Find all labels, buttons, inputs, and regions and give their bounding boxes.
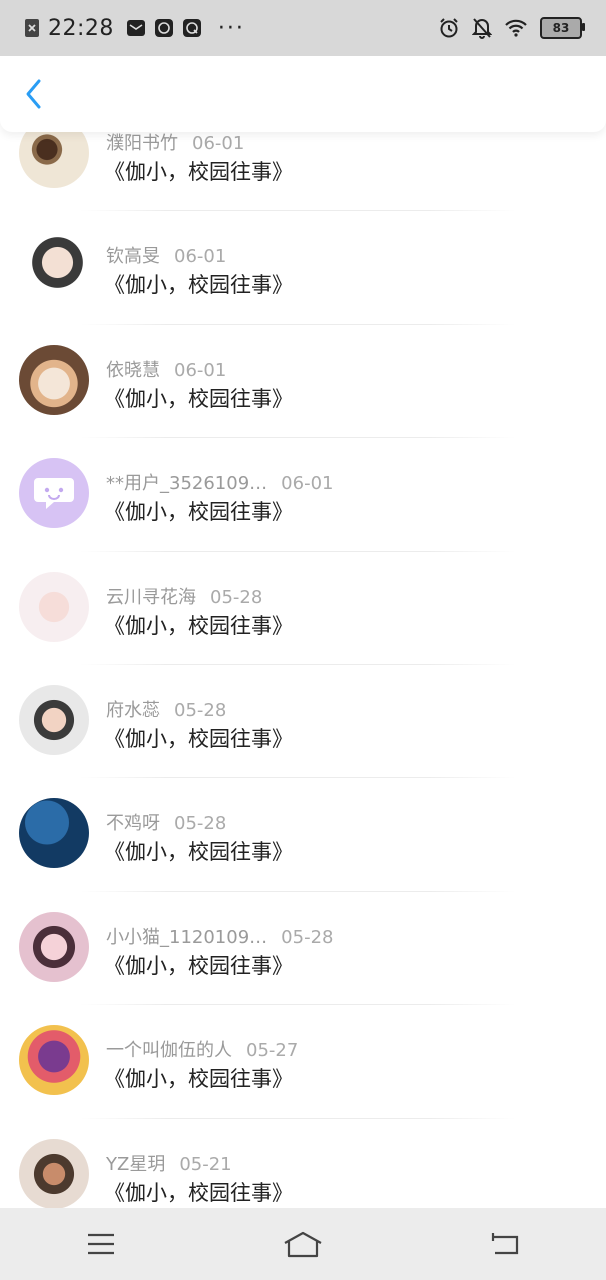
menu-icon [88,1233,114,1255]
avatar[interactable] [19,458,89,529]
status-left: 22:28 ··· [24,16,245,41]
status-more: ··· [217,15,245,41]
home-button[interactable] [271,1220,335,1268]
user-name: 一个叫伽伍的人 [106,1040,232,1062]
message-icon [126,18,146,38]
item-date: 05-28 [174,813,227,835]
item-title[interactable]: 《伽小，校园往事》 [104,836,293,866]
item-meta: 小小猫_1120109… 05-28 [106,923,333,949]
user-name: 府水蕊 [106,699,160,721]
list-item[interactable]: 小小猫_1120109… 05-28 《伽小，校园往事》 [0,892,606,1006]
status-bar: 22:28 ··· 83 [0,0,606,56]
list-item[interactable]: 依晓慧 06-01 《伽小，校园往事》 [0,325,606,439]
avatar[interactable] [19,344,89,415]
item-meta: 府水蕊 05-28 [106,696,226,722]
status-time: 22:28 [48,15,114,41]
item-date: 06-01 [174,246,227,268]
app-icon-1 [154,18,174,38]
back-nav-button[interactable] [473,1220,537,1268]
item-meta: 依晓慧 06-01 [106,356,226,382]
menu-button[interactable] [69,1220,133,1268]
item-title[interactable]: 《伽小，校园往事》 [104,1063,293,1093]
item-date: 06-01 [192,133,245,154]
item-date: 05-21 [179,1153,232,1175]
avatar[interactable] [19,231,89,302]
item-date: 06-01 [174,359,227,381]
item-title[interactable]: 《伽小，校园往事》 [104,269,293,299]
item-date: 05-28 [281,926,334,948]
list-item[interactable]: 云川寻花海 05-28 《伽小，校园往事》 [0,552,606,665]
item-date: 05-28 [210,586,263,608]
chat-bubble-icon [34,478,74,510]
user-name: 钦高旻 [106,246,160,268]
wifi-icon [504,19,528,37]
item-title[interactable]: 《伽小，校园往事》 [104,156,293,186]
list-item[interactable]: **用户_3526109… 06-01 《伽小，校园往事》 [0,438,606,552]
list-item[interactable]: 不鸡呀 05-28 《伽小，校园往事》 [0,778,606,892]
user-name: 依晓慧 [106,359,160,381]
avatar[interactable] [19,798,89,869]
item-title[interactable]: 《伽小，校园往事》 [104,723,293,753]
back-icon [491,1233,519,1255]
list-item[interactable]: 府水蕊 05-28 《伽小，校园往事》 [0,665,606,779]
item-title[interactable]: 《伽小，校园往事》 [104,950,293,980]
avatar[interactable] [19,1138,89,1209]
mute-icon [472,17,492,39]
avatar[interactable] [19,571,89,642]
item-title[interactable]: 《伽小，校园往事》 [104,383,293,413]
user-name: 小小猫_1120109… [106,926,268,948]
user-name: YZ星玥 [106,1153,166,1175]
close-badge-icon [24,18,40,38]
user-name: **用户_3526109… [106,473,268,495]
back-button[interactable] [18,78,50,110]
avatar[interactable] [19,684,89,755]
item-meta: 不鸡呀 05-28 [106,809,226,835]
alarm-icon [438,17,460,39]
list-item[interactable]: 一个叫伽伍的人 05-27 《伽小，校园往事》 [0,1005,606,1119]
avatar[interactable] [19,911,89,982]
item-date: 05-27 [246,1040,299,1062]
item-meta: 濮阳书竹 06-01 [106,129,244,155]
item-date: 05-28 [174,699,227,721]
item-meta: YZ星玥 05-21 [106,1150,232,1176]
item-title[interactable]: 《伽小，校园往事》 [104,610,293,640]
item-meta: **用户_3526109… 06-01 [106,469,333,495]
item-meta: 云川寻花海 05-28 [106,583,262,609]
item-title[interactable]: 《伽小，校园往事》 [104,496,293,526]
battery-indicator: 83 [540,17,585,39]
home-icon [284,1231,322,1258]
item-meta: 一个叫伽伍的人 05-27 [106,1036,298,1062]
reader-list: 濮阳书竹 06-01 《伽小，校园往事》 钦高旻 06-01 《伽小，校园往事》 依… [0,98,606,1232]
app-icon-2 [182,18,202,38]
system-nav-bar [0,1208,606,1280]
chevron-left-icon [26,79,41,109]
list-item[interactable]: 钦高旻 06-01 《伽小，校园往事》 [0,211,606,325]
user-name: 濮阳书竹 [106,133,178,154]
status-right: 83 [438,17,585,39]
item-date: 06-01 [281,473,334,495]
screen: 22:28 ··· 83 濮阳书竹 06-01 《伽小，校园往事》 钦高旻 06… [0,0,606,1280]
user-name: 云川寻花海 [106,586,196,608]
item-title[interactable]: 《伽小，校园往事》 [104,1177,293,1207]
top-header [0,56,606,132]
avatar[interactable] [19,1025,89,1096]
item-meta: 钦高旻 06-01 [106,242,226,268]
user-name: 不鸡呀 [106,813,160,835]
